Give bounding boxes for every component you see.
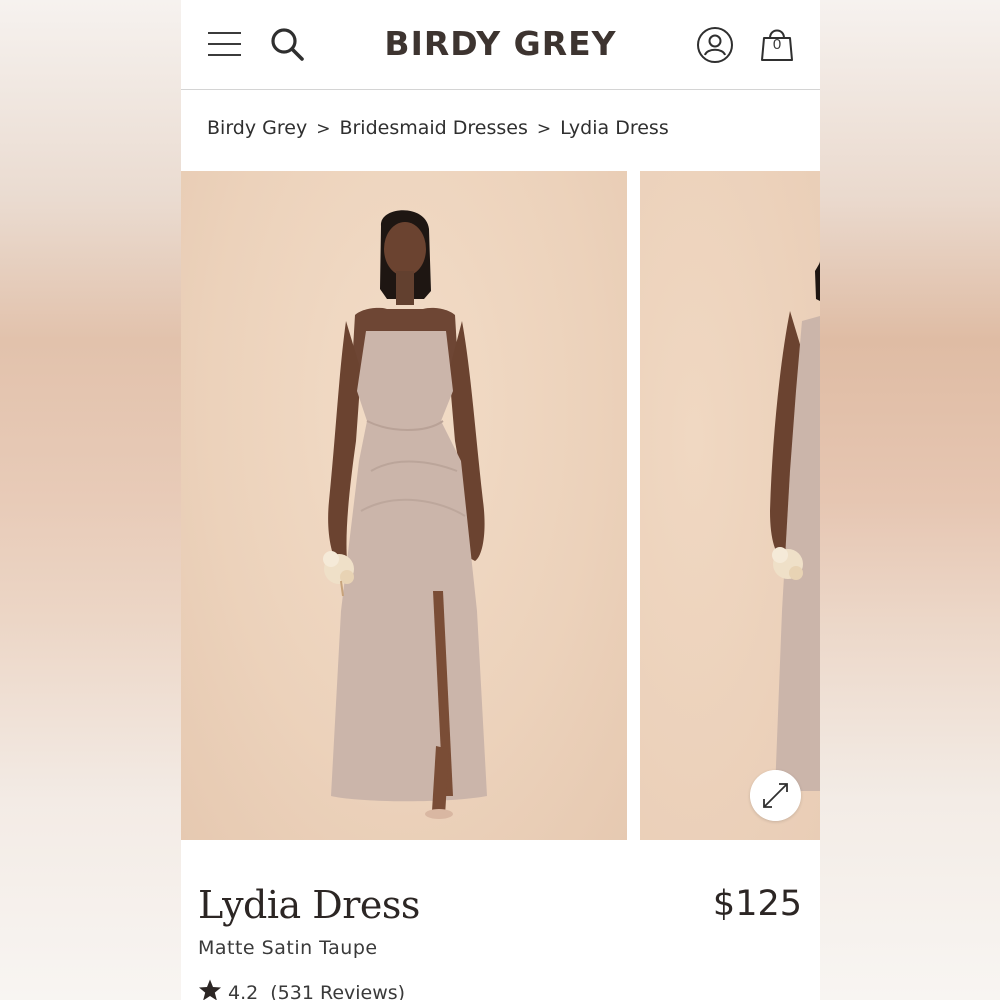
background-blur-right — [819, 0, 1000, 1000]
model-illustration-front — [323, 210, 487, 819]
product-color: Matte Satin Taupe — [198, 937, 378, 959]
rating-value: 4.2 — [228, 982, 259, 1000]
background-blur-left — [0, 0, 181, 1000]
account-icon[interactable] — [696, 26, 734, 64]
expand-icon[interactable] — [750, 770, 801, 821]
rating-summary[interactable]: 4.2 (531 Reviews) — [198, 978, 405, 1000]
breadcrumb: Birdy Grey > Bridesmaid Dresses > Lydia Dres… — [207, 117, 669, 139]
breadcrumb-item-bridesmaid-dresses[interactable]: Bridesmaid Dresses — [339, 117, 527, 139]
breadcrumb-item-lydia-dress[interactable]: Lydia Dress — [560, 117, 669, 139]
review-count-link[interactable]: (531 Reviews) — [270, 982, 405, 1000]
breadcrumb-item-home[interactable]: Birdy Grey — [207, 117, 307, 139]
product-gallery[interactable] — [181, 171, 820, 840]
model-illustration-side — [770, 261, 820, 791]
breadcrumb-separator: > — [316, 119, 331, 139]
product-price: $125 — [712, 884, 802, 924]
cart-count: 0 — [772, 36, 782, 53]
site-header: BIRDY GREY 0 — [181, 0, 820, 90]
star-icon — [199, 979, 221, 1000]
mobile-screen: BIRDY GREY 0 Birdy Grey > Bridesmaid Dress… — [181, 0, 820, 1000]
product-title: Lydia Dress — [198, 883, 420, 927]
breadcrumb-separator: > — [536, 119, 552, 139]
product-image-front[interactable] — [181, 171, 627, 840]
product-image-side[interactable] — [640, 171, 820, 840]
